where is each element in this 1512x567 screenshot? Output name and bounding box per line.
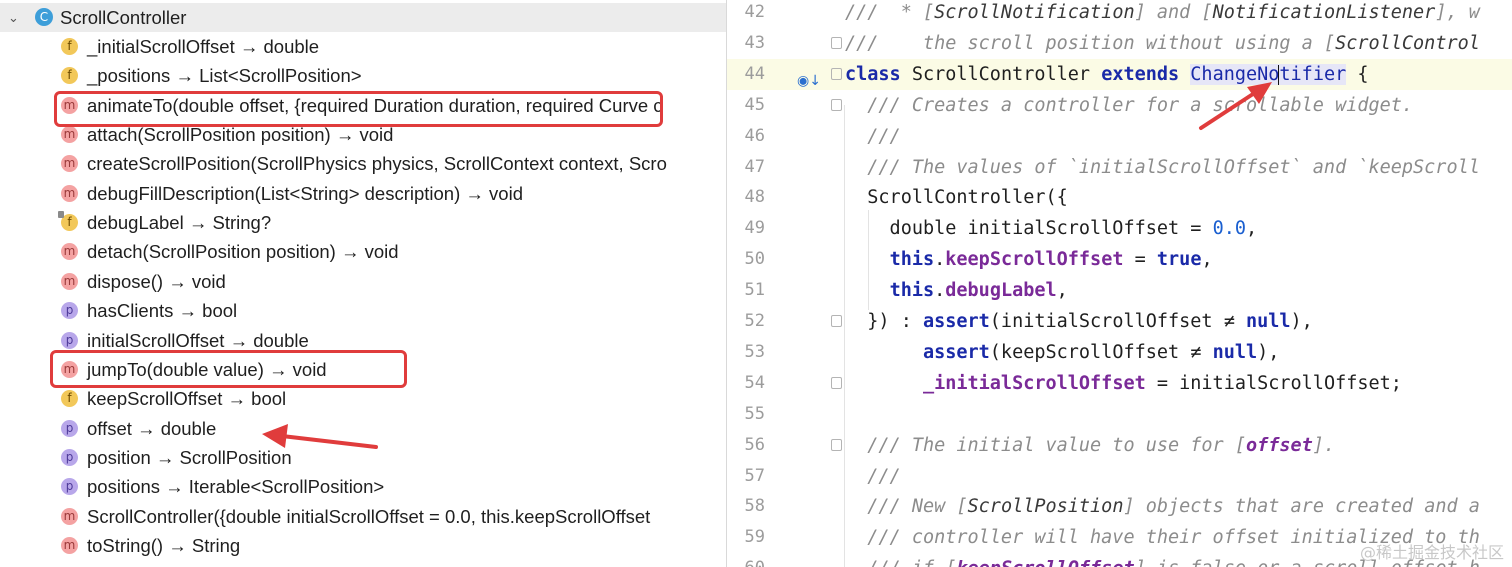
annotation-arrow-changenotifier [1199, 82, 1272, 130]
code-editor[interactable]: 42/// * [ScrollNotification] and [Notifi… [727, 0, 1512, 567]
watermark: @稀土掘金技术社区 [1359, 543, 1504, 562]
annotation-arrow-offset [262, 424, 378, 449]
structure-panel: ⌄ C ScrollController f _initialScrollOffs… [0, 0, 727, 567]
